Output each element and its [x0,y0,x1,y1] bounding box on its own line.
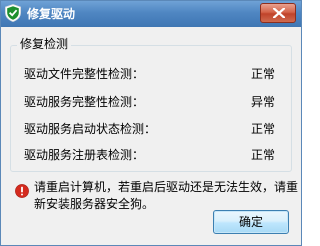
title-bar[interactable]: 修复驱动 [1,1,301,27]
warning-icon [15,183,29,198]
group-title: 修复检测 [17,36,72,52]
restart-message: 请重启计算机，若重启后驱动还是无法生效，请重新安装服务器安全狗。 [34,180,299,211]
check-status-registry: 正常 [250,148,275,162]
check-status-service-start: 正常 [250,122,275,136]
check-status-file-integrity: 正常 [250,67,275,81]
check-label-registry: 驱动服务注册表检测： [24,148,145,162]
close-icon [273,8,285,18]
ok-button[interactable]: 确定 [213,210,289,234]
check-label-service-start: 驱动服务启动状态检测： [24,122,157,136]
check-label-service-integrity: 驱动服务完整性检测： [24,95,145,109]
dialog-window: 修复驱动 修复检测 驱动文件完整性检测： 正常 驱动服务完整性检测： 异常 驱动… [0,0,302,246]
close-button[interactable] [260,3,296,23]
check-label-file-integrity: 驱动文件完整性检测： [24,67,145,81]
shield-check-icon [5,4,21,22]
check-status-service-integrity: 异常 [250,95,275,109]
window-title: 修复驱动 [27,7,76,21]
